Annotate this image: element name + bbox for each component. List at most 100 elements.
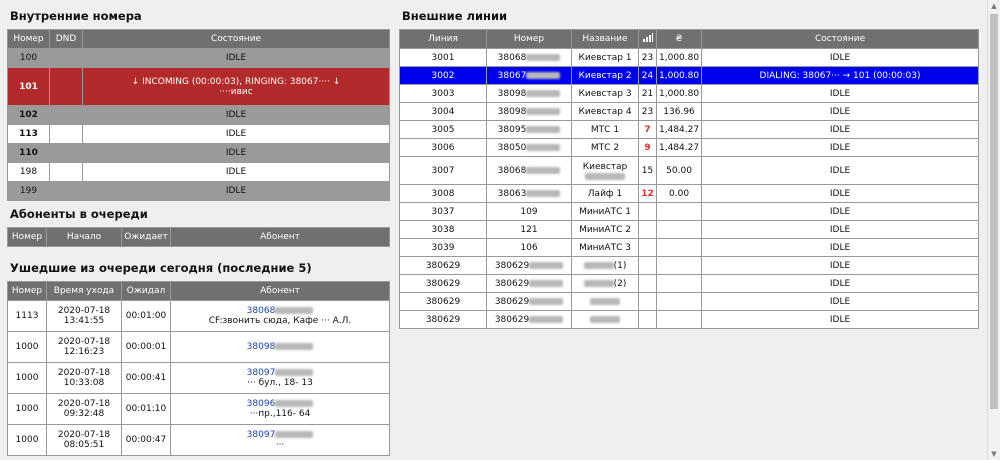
ext-row[interactable]: 380629 380629 (2) IDLE xyxy=(399,274,979,293)
lq-row[interactable]: 1000 2020-07-18 12:16:23 00:00:01 38098 xyxy=(7,331,390,363)
ext-balance xyxy=(655,238,703,257)
ext-line: 3008 xyxy=(399,184,487,203)
col-number[interactable]: Номер xyxy=(7,29,50,49)
lq-phone[interactable]: 38097 xyxy=(247,368,276,378)
lq-time: 2020-07-18 13:41:55 xyxy=(46,300,122,332)
ext-signal xyxy=(638,256,657,275)
ext-row[interactable]: 3008 38063 Лайф 1 12 0.00 IDLE xyxy=(399,184,979,203)
internal-dnd[interactable] xyxy=(49,162,83,182)
redacted-block xyxy=(526,166,561,174)
internal-row[interactable]: 100 IDLE xyxy=(7,48,390,68)
internal-state-text2: ····ивис xyxy=(219,86,253,97)
internal-number: 101 xyxy=(7,67,50,106)
internal-row[interactable]: 199 IDLE xyxy=(7,181,390,201)
lq-row[interactable]: 1113 2020-07-18 13:41:55 00:01:00 38068 CF:зв… xyxy=(7,300,390,332)
ext-name: МТС 2 xyxy=(571,138,639,157)
ext-signal: 9 xyxy=(638,138,657,157)
ext-number-text: 38098 xyxy=(497,88,527,99)
scrollbar[interactable]: ▲ ▼ xyxy=(987,0,1000,460)
ext-col-line[interactable]: Линия xyxy=(399,29,487,49)
lq-row[interactable]: 1000 2020-07-18 09:32:48 00:01:10 38096 ···пр… xyxy=(7,393,390,425)
ext-state: IDLE xyxy=(701,184,979,203)
scrollbar-thumb[interactable] xyxy=(990,14,998,409)
redacted-block xyxy=(526,143,561,151)
queue-col-caller[interactable]: Абонент xyxy=(170,227,390,247)
ext-row[interactable]: 380629 380629 IDLE xyxy=(399,310,979,329)
internal-state-text: IDLE xyxy=(225,110,247,120)
ext-signal xyxy=(638,292,657,311)
ext-row[interactable]: 3003 38098 Киевстар 3 21 1,000.80 IDLE xyxy=(399,84,979,103)
lq-row[interactable]: 1000 2020-07-18 10:33:08 00:00:41 38097 ··· б… xyxy=(7,362,390,394)
ext-number-text: 121 xyxy=(520,224,538,235)
lq-col-number[interactable]: Номер xyxy=(7,281,47,301)
ext-row[interactable]: 3004 38098 Киевстар 4 23 136.96 IDLE xyxy=(399,102,979,121)
ext-row[interactable]: 3038 121 МиниАТС 2 IDLE xyxy=(399,220,979,239)
lq-phone[interactable]: 38068 xyxy=(247,306,276,316)
currency-icon[interactable]: ₴ xyxy=(655,29,703,49)
col-state[interactable]: Состояние xyxy=(82,29,390,49)
lq-time: 2020-07-18 10:33:08 xyxy=(46,362,122,394)
ext-state: IDLE xyxy=(701,256,979,275)
ext-signal xyxy=(638,202,657,221)
internal-dnd[interactable] xyxy=(49,67,83,106)
lq-phone-link[interactable]: 38097 xyxy=(173,368,387,378)
internal-dnd[interactable] xyxy=(49,181,83,201)
signal-icon[interactable] xyxy=(638,29,657,49)
internal-row[interactable]: 110 IDLE xyxy=(7,143,390,163)
lq-wait: 00:00:47 xyxy=(121,424,171,456)
internal-dnd[interactable] xyxy=(49,143,83,163)
lq-phone-link[interactable]: 38098 xyxy=(173,342,387,352)
ext-row[interactable]: 3007 38068 Киевстар 15 50.00 IDLE xyxy=(399,156,979,185)
lq-row[interactable]: 1000 2020-07-18 08:05:51 00:00:47 38097 ··· xyxy=(7,424,390,456)
scroll-up-icon[interactable]: ▲ xyxy=(988,0,1000,12)
internal-row[interactable]: 102 IDLE xyxy=(7,105,390,125)
scroll-down-icon[interactable]: ▼ xyxy=(988,448,1000,460)
internal-row[interactable]: 101 ↓ INCOMING (00:00:03), RINGING: 38067… xyxy=(7,67,390,106)
ext-number: 380629 xyxy=(486,256,572,275)
redacted-block xyxy=(583,261,614,269)
ext-row[interactable]: 380629 380629 IDLE xyxy=(399,292,979,311)
lq-phone[interactable]: 38097 xyxy=(247,430,276,440)
ext-row[interactable]: 3001 38068 Киевстар 1 23 1,000.80 IDLE xyxy=(399,48,979,67)
ext-col-name[interactable]: Название xyxy=(571,29,639,49)
lq-col-caller[interactable]: Абонент xyxy=(170,281,390,301)
lq-col-time[interactable]: Время ухода xyxy=(46,281,122,301)
ext-row[interactable]: 3005 38095 МТС 1 7 1,484.27 IDLE xyxy=(399,120,979,139)
internal-row[interactable]: 113 IDLE xyxy=(7,124,390,144)
col-dnd[interactable]: DND xyxy=(49,29,83,49)
lq-col-wait[interactable]: Ожидал xyxy=(121,281,171,301)
lq-phone-link[interactable]: 38097 xyxy=(173,430,387,440)
ext-row[interactable]: 3039 106 МиниАТС 3 IDLE xyxy=(399,238,979,257)
lq-number: 1113 xyxy=(7,300,47,332)
lq-phone-link[interactable]: 38096 xyxy=(173,399,387,409)
ext-number-text: 380629 xyxy=(494,296,530,307)
ext-col-number[interactable]: Номер xyxy=(486,29,572,49)
ext-name: (2) xyxy=(571,274,639,293)
ext-row[interactable]: 3006 38050 МТС 2 9 1,484.27 IDLE xyxy=(399,138,979,157)
lq-phone[interactable]: 38098 xyxy=(247,342,276,352)
redacted-block xyxy=(526,53,561,61)
redacted-block xyxy=(590,297,620,305)
lq-phone-link[interactable]: 38068 xyxy=(173,306,387,316)
ext-name: Киевстар 4 xyxy=(571,102,639,121)
queue-col-wait[interactable]: Ожидает xyxy=(121,227,171,247)
queue-col-number[interactable]: Номер xyxy=(7,227,47,247)
ext-name-text: Киевстар 2 xyxy=(578,70,632,81)
ext-number-text: 38067 xyxy=(497,70,527,81)
ext-balance xyxy=(655,202,703,221)
internal-row[interactable]: 198 IDLE xyxy=(7,162,390,182)
ext-row[interactable]: 380629 380629 (1) IDLE xyxy=(399,256,979,275)
internal-dnd[interactable] xyxy=(49,124,83,144)
ext-row[interactable]: 3037 109 МиниАТС 1 IDLE xyxy=(399,202,979,221)
ext-row[interactable]: 3002 38067 Киевстар 2 24 1,000.80 DIALING: 38… xyxy=(399,66,979,85)
lq-date: 2020-07-18 xyxy=(57,306,111,316)
ext-line: 3006 xyxy=(399,138,487,157)
ext-line: 3002 xyxy=(399,66,487,85)
lq-phone[interactable]: 38096 xyxy=(247,399,276,409)
internal-dnd[interactable] xyxy=(49,48,83,68)
ext-col-state[interactable]: Состояние xyxy=(701,29,979,49)
internal-state: IDLE xyxy=(82,143,390,163)
queue-col-start[interactable]: Начало xyxy=(46,227,122,247)
internal-state-text: IDLE xyxy=(225,186,247,196)
internal-dnd[interactable] xyxy=(49,105,83,125)
